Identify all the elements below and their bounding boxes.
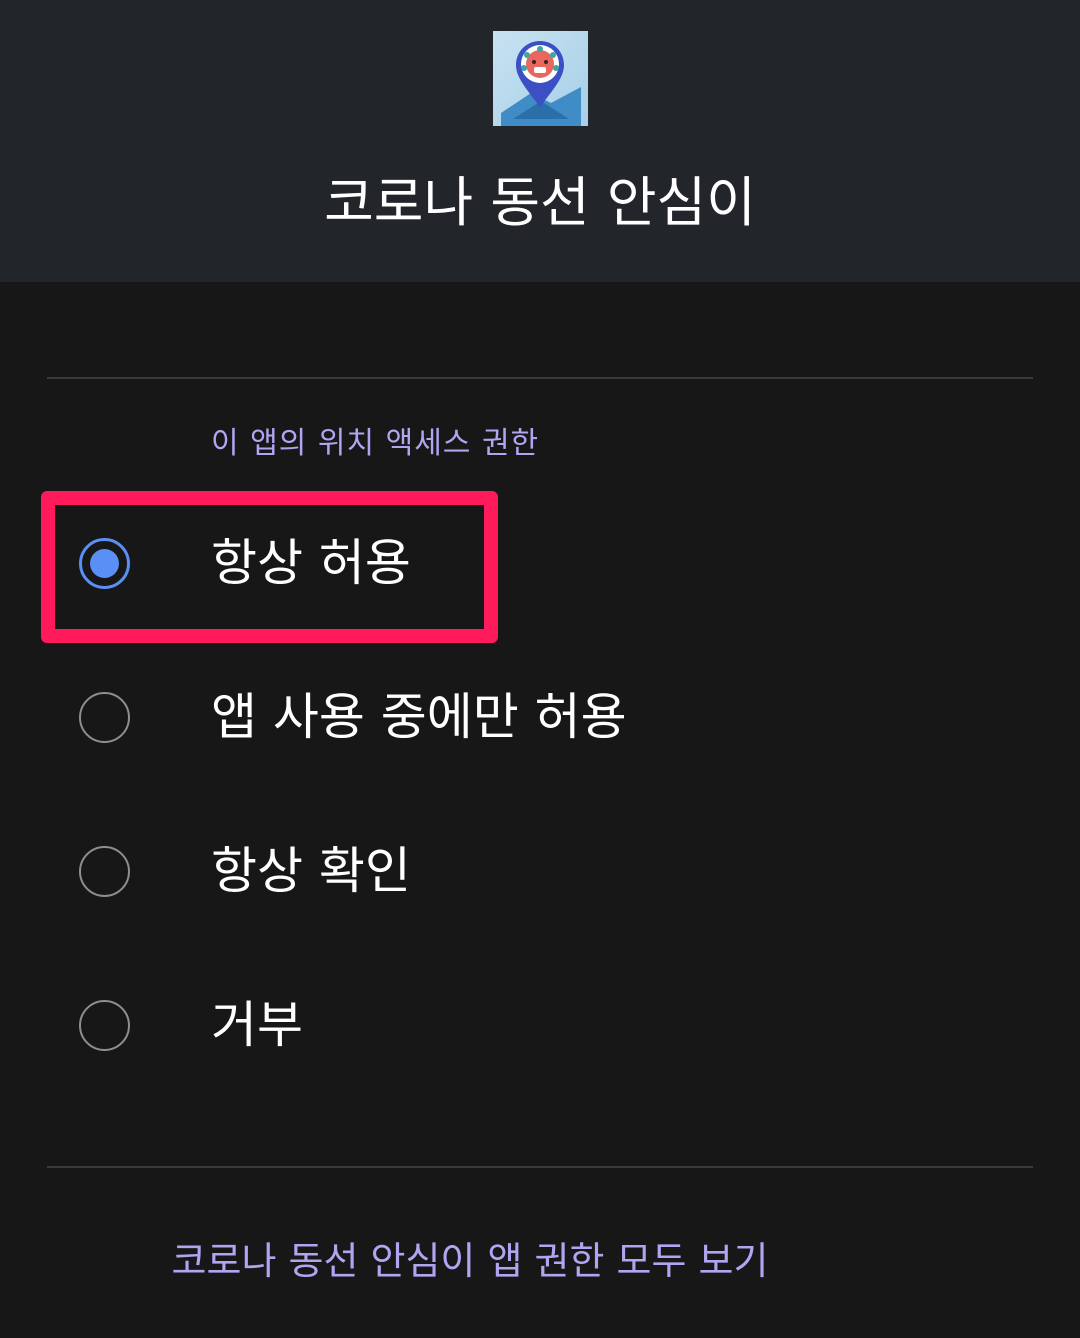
radio-unselected-icon[interactable] [79,692,130,743]
radio-selected-icon[interactable] [79,538,130,589]
option-allow-only-while-using[interactable]: 앱 사용 중에만 허용 [0,657,1080,777]
option-label: 거부 [211,996,303,1054]
view-all-app-permissions-link[interactable]: 코로나 동선 안심이 앱 권한 모두 보기 [0,1237,940,1285]
option-deny[interactable]: 거부 [0,965,1080,1085]
option-label: 앱 사용 중에만 허용 [211,688,627,746]
option-label: 항상 허용 [211,534,411,592]
bottom-divider [47,1166,1033,1168]
option-ask-every-time[interactable]: 항상 확인 [0,811,1080,931]
radio-unselected-icon[interactable] [79,846,130,897]
top-divider [47,377,1033,379]
option-label: 항상 확인 [211,842,411,900]
location-pin-app-icon [493,31,588,126]
option-allow-all-the-time[interactable]: 항상 허용 [0,503,1080,623]
app-name-title: 코로나 동선 안심이 [324,171,756,234]
radio-unselected-icon[interactable] [79,1000,130,1051]
dialog-header: 코로나 동선 안심이 [0,0,1080,282]
permission-section-label: 이 앱의 위치 액세스 권한 [211,426,540,461]
